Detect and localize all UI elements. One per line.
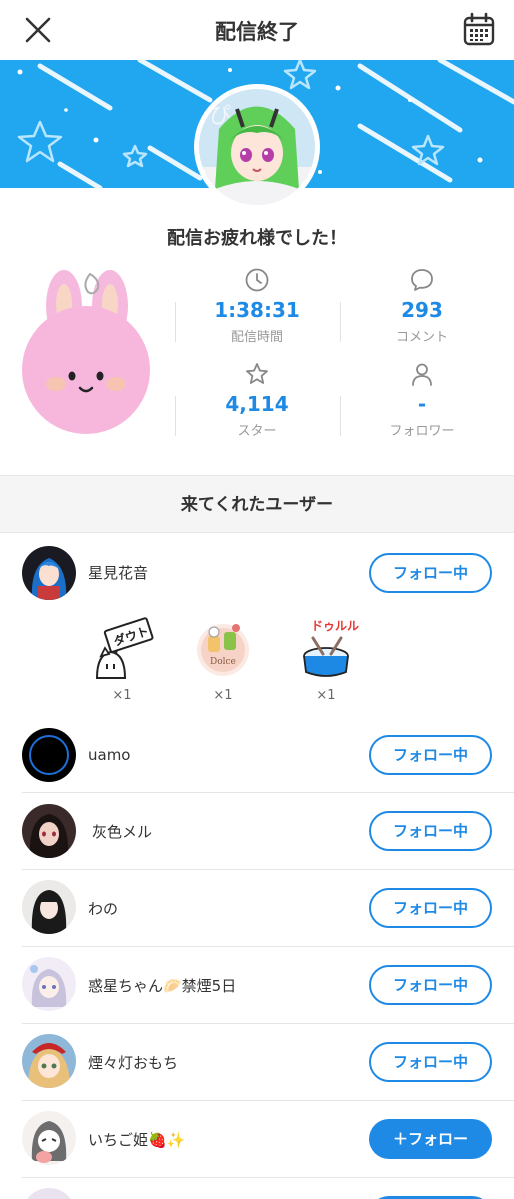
drum-icon: ドゥルル: [303, 619, 359, 677]
user-name: 煙々灯おもち: [88, 1054, 179, 1072]
followers-value: -: [417, 392, 427, 416]
mascot-illustration: [20, 266, 152, 438]
avatar[interactable]: [22, 957, 76, 1011]
gift-item: Dolce ×1: [187, 614, 259, 703]
list-item[interactable]: いちご姫🍓✨ ＋フォロー: [0, 1101, 514, 1178]
stars-label: スター: [237, 424, 277, 439]
avatar[interactable]: [22, 1111, 76, 1165]
gift-count: ×1: [316, 688, 336, 703]
stat-divider: [175, 396, 176, 436]
stat-divider: [175, 302, 176, 342]
gift-count: ×1: [112, 688, 132, 703]
stars-value: 4,114: [225, 392, 289, 416]
following-button[interactable]: フォロー中: [369, 1042, 492, 1082]
following-button[interactable]: フォロー中: [369, 888, 492, 928]
list-item[interactable]: 煙々灯おもち フォロー中: [0, 1024, 514, 1101]
list-item[interactable]: [0, 1178, 514, 1199]
svg-text:ぴ: ぴ: [209, 104, 231, 129]
visitors-section-header: 来てくれたユーザー: [0, 475, 514, 533]
list-item[interactable]: uamo フォロー中: [0, 720, 514, 793]
calendar-button[interactable]: [462, 12, 496, 48]
avatar[interactable]: [22, 728, 76, 782]
star-icon: [246, 363, 268, 384]
page-title: 配信終了: [215, 20, 299, 44]
cake-sticker-icon: Dolce: [197, 624, 249, 676]
streamer-avatar[interactable]: ぴ: [194, 84, 320, 210]
avatar[interactable]: [22, 546, 76, 600]
following-button[interactable]: フォロー中: [369, 553, 492, 593]
following-button[interactable]: フォロー中: [369, 735, 492, 775]
calendar-icon: [463, 12, 495, 46]
user-name: いちご姫🍓✨: [88, 1131, 186, 1149]
follow-button[interactable]: ＋フォロー: [369, 1119, 492, 1159]
bunny-mascot-icon: [22, 270, 150, 434]
stat-divider: [340, 396, 341, 436]
gift-count: ×1: [213, 688, 233, 703]
gift-item: ダウト ×1: [86, 614, 158, 703]
followers-label: フォロワー: [389, 424, 455, 439]
sign-ghost-icon: ダウト: [95, 617, 154, 679]
thanks-message: 配信お疲れ様でした！: [167, 228, 347, 249]
user-name: 灰色メル: [92, 823, 153, 841]
user-name: わの: [88, 900, 119, 918]
list-item[interactable]: わの フォロー中: [0, 870, 514, 947]
avatar[interactable]: [22, 880, 76, 934]
following-button[interactable]: フォロー中: [369, 965, 492, 1005]
stat-followers: - フォロワー: [342, 360, 502, 439]
list-item[interactable]: 灰色メル フォロー中: [0, 793, 514, 870]
user-name: 星見花音: [88, 564, 149, 582]
comments-value: 293: [401, 298, 443, 322]
stat-stars: 4,114 スター: [177, 360, 337, 439]
avatar[interactable]: [22, 1188, 76, 1199]
duration-label: 配信時間: [230, 330, 283, 345]
svg-text:ドゥルル: ドゥルル: [311, 619, 359, 633]
stat-divider: [340, 302, 341, 342]
comments-label: コメント: [395, 330, 448, 345]
stat-comments: 293 コメント: [342, 266, 502, 345]
top-bar: 配信終了: [0, 0, 514, 60]
stat-duration: 1:38:31 配信時間: [177, 266, 337, 345]
list-item[interactable]: 惑星ちゃん🥟禁煙5日 フォロー中: [0, 947, 514, 1024]
list-item[interactable]: 星見花音 フォロー中 ダウト ×1 Dolce ×1 ドゥルル ×1: [0, 534, 514, 720]
comment-icon: [411, 269, 433, 291]
user-name: 惑星ちゃん🥟禁煙5日: [88, 977, 237, 995]
avatar[interactable]: [22, 804, 76, 858]
visitors-title: 来てくれたユーザー: [180, 495, 334, 515]
clock-icon: [245, 268, 269, 292]
following-button[interactable]: フォロー中: [369, 811, 492, 851]
svg-text:Dolce: Dolce: [210, 657, 236, 667]
avatar[interactable]: [22, 1034, 76, 1088]
gift-item: ドゥルル ×1: [290, 614, 362, 703]
duration-value: 1:38:31: [214, 298, 300, 322]
user-name: uamo: [88, 746, 131, 764]
person-icon: [412, 363, 432, 386]
